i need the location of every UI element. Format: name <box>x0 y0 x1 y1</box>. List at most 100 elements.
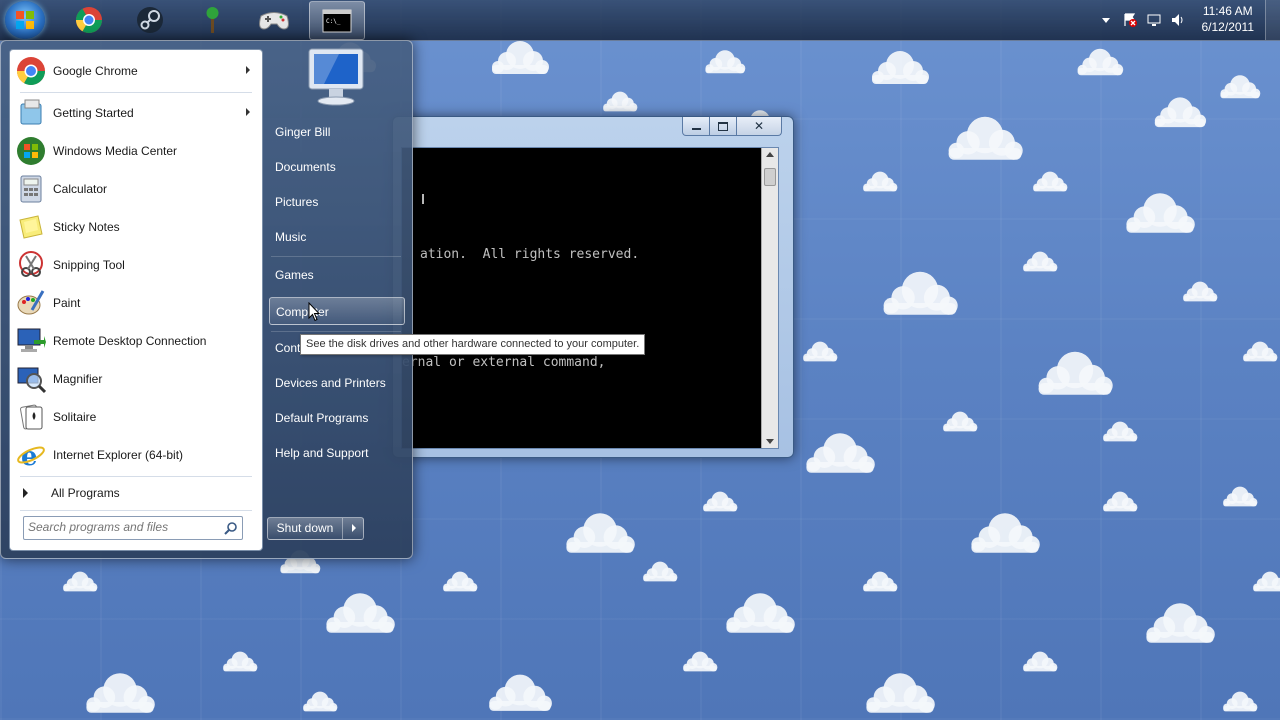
cloud-shape <box>703 491 738 512</box>
cloud-shape <box>883 271 958 315</box>
cloud-shape <box>806 433 875 473</box>
cloud-shape <box>1223 486 1258 507</box>
console-line-error: ernal or external command, <box>402 355 606 370</box>
default-programs-link[interactable]: Default Programs <box>269 404 405 432</box>
cloud-shape <box>1103 491 1138 512</box>
gamepad-icon <box>259 12 289 30</box>
console-line-copyright: ation. All rights reserved. <box>420 247 640 262</box>
submenu-arrow-icon[interactable] <box>246 108 250 116</box>
cloud-shape <box>326 593 395 633</box>
show-hidden-icons-icon[interactable] <box>1100 14 1112 26</box>
steam-taskbar-button[interactable] <box>123 1 177 38</box>
cloud-shape <box>683 651 718 672</box>
program-internet-explorer[interactable]: e Internet Explorer (64-bit) <box>12 436 260 474</box>
clock[interactable]: 11:46 AM 6/12/2011 <box>1202 3 1255 35</box>
program-snipping-tool[interactable]: Snipping Tool <box>12 246 260 284</box>
divider <box>271 256 401 257</box>
music-link[interactable]: Music <box>269 223 405 251</box>
shutdown-label: Shut down <box>268 518 343 539</box>
scrollbar-thumb[interactable] <box>764 168 776 186</box>
show-desktop-button[interactable] <box>1265 0 1280 40</box>
start-menu: Google Chrome Getting Started Windows Me… <box>0 40 413 559</box>
program-getting-started[interactable]: Getting Started <box>12 94 260 132</box>
cloud-shape <box>1154 97 1207 128</box>
chrome-icon <box>75 7 103 34</box>
command-prompt-window[interactable]: ✕ ation. All rights reserved. ernal or e… <box>392 116 794 458</box>
cloud-shape <box>1033 171 1068 192</box>
devices-and-printers-link[interactable]: Devices and Printers <box>269 369 405 397</box>
remote-desktop-icon <box>17 328 46 352</box>
program-paint[interactable]: Paint <box>12 284 260 322</box>
search-input[interactable] <box>28 519 214 535</box>
divider <box>20 510 252 511</box>
cloud-shape <box>1077 48 1124 76</box>
scroll-up-arrow-icon[interactable] <box>766 152 774 157</box>
program-remote-desktop-connection[interactable]: Remote Desktop Connection <box>12 322 260 360</box>
chrome-taskbar-button[interactable] <box>62 1 116 38</box>
cloud-shape <box>863 171 898 192</box>
computer-link[interactable]: Computer <box>269 297 405 325</box>
cloud-shape <box>63 571 98 592</box>
submenu-arrow-icon[interactable] <box>246 66 250 74</box>
search-box[interactable] <box>23 516 243 540</box>
program-magnifier[interactable]: Magnifier <box>12 360 260 398</box>
action-center-icon[interactable] <box>1122 12 1138 28</box>
shutdown-button[interactable]: Shut down <box>267 517 364 540</box>
scroll-down-arrow-icon[interactable] <box>766 439 774 444</box>
network-icon[interactable] <box>1146 12 1162 28</box>
cmd-taskbar-button[interactable]: C:\_ <box>309 1 365 40</box>
program-label: Calculator <box>53 182 108 196</box>
program-label: Solitaire <box>53 410 97 424</box>
shutdown-options-arrow-icon[interactable] <box>352 524 356 532</box>
user-picture-icon[interactable] <box>299 45 371 109</box>
documents-link[interactable]: Documents <box>269 153 405 181</box>
cloud-shape <box>863 571 898 592</box>
maximize-icon <box>718 122 728 131</box>
user-folder-link[interactable]: Ginger Bill <box>269 118 405 146</box>
games-link[interactable]: Games <box>269 261 405 289</box>
cloud-shape <box>1023 251 1058 272</box>
divider <box>20 92 252 93</box>
console-scrollbar[interactable] <box>761 148 778 448</box>
cloud-shape <box>86 673 155 713</box>
expand-arrow-icon <box>23 488 28 498</box>
magnifier-icon <box>17 367 46 394</box>
cloud-shape <box>303 691 338 712</box>
start-orb-icon[interactable] <box>5 1 45 39</box>
programs-pane: Google Chrome Getting Started Windows Me… <box>9 49 263 551</box>
console-area[interactable]: ation. All rights reserved. ernal or ext… <box>401 147 779 449</box>
minimize-icon <box>691 128 701 130</box>
cloud-shape <box>726 593 795 633</box>
game-controller-taskbar-button[interactable] <box>247 1 301 38</box>
minimize-button[interactable] <box>682 117 710 136</box>
tree-app-taskbar-button[interactable] <box>185 1 239 38</box>
help-and-support-link[interactable]: Help and Support <box>269 439 405 467</box>
program-solitaire[interactable]: Solitaire <box>12 398 260 436</box>
cloud-shape <box>872 51 929 84</box>
program-calculator[interactable]: Calculator <box>12 170 260 208</box>
cloud-shape <box>943 411 978 432</box>
divider <box>20 476 252 477</box>
close-button[interactable]: ✕ <box>736 117 782 136</box>
maximize-button[interactable] <box>709 117 737 136</box>
pictures-link[interactable]: Pictures <box>269 188 405 216</box>
solitaire-icon <box>20 404 43 430</box>
cloud-shape <box>705 50 746 74</box>
search-icon[interactable] <box>224 521 238 535</box>
program-sticky-notes[interactable]: Sticky Notes <box>12 208 260 246</box>
program-google-chrome[interactable]: Google Chrome <box>12 52 260 90</box>
volume-icon[interactable] <box>1170 12 1186 28</box>
taskbar: C:\_ 11:46 AM 6/12/2011 <box>0 0 1280 41</box>
cloud-shape <box>603 91 638 112</box>
program-label: Getting Started <box>53 106 134 120</box>
cloud-shape <box>1223 691 1258 712</box>
all-programs-button[interactable]: All Programs <box>12 478 260 508</box>
program-windows-media-center[interactable]: Windows Media Center <box>12 132 260 170</box>
cloud-shape <box>1220 75 1261 99</box>
program-label: Paint <box>53 296 81 310</box>
cloud-shape <box>492 41 549 74</box>
cloud-shape <box>948 116 1023 160</box>
program-label: Sticky Notes <box>53 220 120 234</box>
program-label: Remote Desktop Connection <box>53 334 207 348</box>
tooltip: See the disk drives and other hardware c… <box>300 334 646 355</box>
